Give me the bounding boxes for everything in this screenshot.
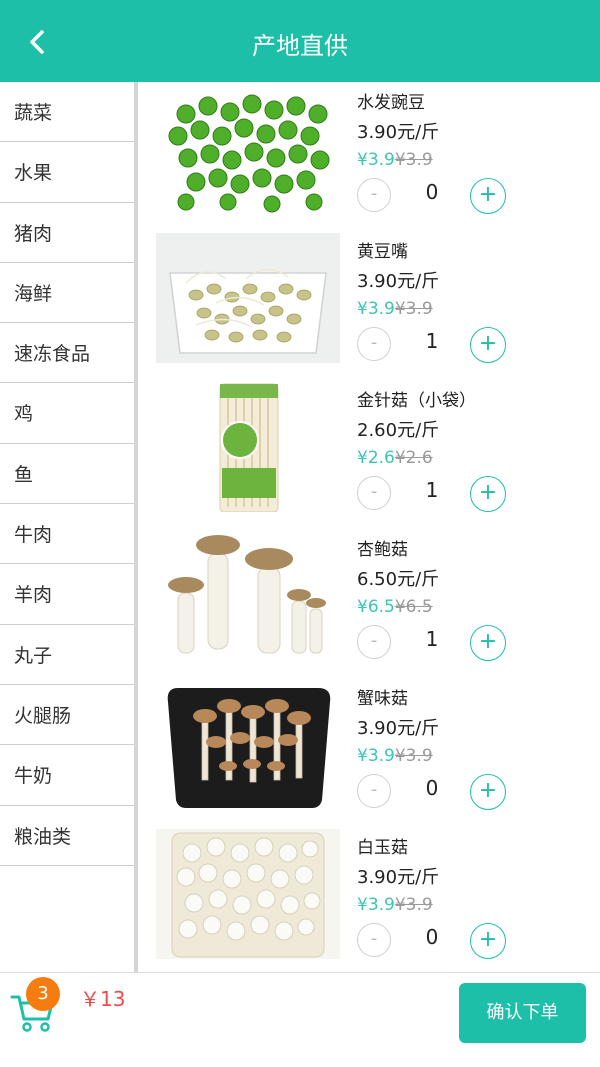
sidebar-item-beef[interactable]: 牛肉: [0, 504, 134, 565]
quantity-value: 1: [425, 478, 439, 502]
product-name: 白玉菇: [357, 838, 408, 858]
original-price: ¥3.9: [394, 150, 433, 170]
cart-count-badge: 3: [26, 977, 60, 1011]
quantity-value: 0: [425, 925, 439, 949]
quantity-value: 0: [425, 776, 439, 800]
sidebar-item-frozen-food[interactable]: 速冻食品: [0, 323, 134, 384]
sidebar-item-milk[interactable]: 牛奶: [0, 745, 134, 806]
product-price-line: ¥2.6¥2.6: [357, 448, 433, 468]
product-price-line: ¥3.9¥3.9: [357, 150, 433, 170]
sale-price: ¥3.9: [357, 895, 395, 915]
product-item: 蟹味菇 3.90元/斤 ¥3.9¥3.9 - 0 +: [142, 678, 600, 827]
decrease-quantity-button[interactable]: -: [357, 476, 391, 510]
sidebar-item-label: 速冻食品: [14, 343, 91, 366]
decrease-quantity-button[interactable]: -: [357, 327, 391, 361]
increase-quantity-button[interactable]: +: [470, 923, 506, 959]
sidebar-item-fruit[interactable]: 水果: [0, 142, 134, 203]
product-unit-price: 6.50元/斤: [357, 569, 440, 590]
sidebar-item-label: 水果: [14, 162, 53, 185]
product-image-white-beech-mushroom[interactable]: [156, 829, 340, 959]
sidebar-item-label: 火腿肠: [14, 704, 72, 727]
sidebar-item-pork[interactable]: 猪肉: [0, 203, 134, 263]
product-item: 金针菇（小袋） 2.60元/斤 ¥2.6¥2.6 - 1 +: [142, 380, 600, 529]
sidebar-item-label: 牛奶: [14, 765, 53, 788]
product-price-line: ¥3.9¥3.9: [357, 746, 433, 766]
product-name: 黄豆嘴: [357, 242, 408, 262]
increase-quantity-button[interactable]: +: [470, 327, 506, 363]
product-unit-price: 3.90元/斤: [357, 718, 440, 739]
sidebar-item-label: 牛肉: [14, 524, 53, 547]
product-list: 水发豌豆 3.90元/斤 ¥3.9¥3.9 - 0 + 黄豆嘴 3.90元/斤: [142, 82, 600, 972]
original-price: ¥3.9: [394, 299, 433, 319]
sidebar-item-fish[interactable]: 鱼: [0, 444, 134, 505]
product-name: 蟹味菇: [357, 689, 408, 709]
product-name: 金针菇（小袋）: [357, 391, 476, 411]
original-price: ¥6.5: [394, 597, 433, 617]
product-item: 水发豌豆 3.90元/斤 ¥3.9¥3.9 - 0 +: [142, 82, 600, 231]
sale-price: ¥3.9: [357, 746, 395, 766]
product-price-line: ¥3.9¥3.9: [357, 299, 433, 319]
decrease-quantity-button[interactable]: -: [357, 774, 391, 808]
decrease-quantity-button[interactable]: -: [357, 625, 391, 659]
product-unit-price: 3.90元/斤: [357, 271, 440, 292]
sale-price: ¥3.9: [357, 150, 395, 170]
increase-quantity-button[interactable]: +: [470, 476, 506, 512]
cart-total: ￥13: [80, 987, 126, 1011]
sidebar-item-grain-oil[interactable]: 粮油类: [0, 806, 134, 866]
increase-quantity-button[interactable]: +: [470, 774, 506, 810]
page-title: 产地直供: [252, 32, 348, 60]
sidebar-item-label: 丸子: [14, 644, 53, 667]
quantity-value: 1: [425, 329, 439, 353]
original-price: ¥3.9: [394, 895, 433, 915]
sidebar-item-meatballs[interactable]: 丸子: [0, 625, 134, 685]
sale-price: ¥6.5: [357, 597, 395, 617]
sidebar-item-label: 猪肉: [14, 222, 53, 245]
sidebar-item-chicken[interactable]: 鸡: [0, 383, 134, 444]
confirm-order-button[interactable]: 确认下单: [459, 983, 586, 1043]
decrease-quantity-button[interactable]: -: [357, 923, 391, 957]
decrease-quantity-button[interactable]: -: [357, 178, 391, 212]
product-image-enoki[interactable]: [156, 382, 340, 513]
product-image-soybean-sprouts[interactable]: [156, 233, 340, 363]
sale-price: ¥2.6: [357, 448, 395, 468]
quantity-value: 0: [425, 180, 439, 204]
original-price: ¥2.6: [394, 448, 433, 468]
sidebar-item-mutton[interactable]: 羊肉: [0, 564, 134, 625]
sidebar-item-ham-sausage[interactable]: 火腿肠: [0, 685, 134, 746]
product-unit-price: 2.60元/斤: [357, 420, 440, 441]
product-name: 水发豌豆: [357, 93, 425, 113]
increase-quantity-button[interactable]: +: [470, 625, 506, 661]
sidebar-item-seafood[interactable]: 海鲜: [0, 263, 134, 324]
top-bar: 产地直供: [0, 0, 600, 82]
product-image-king-oyster-mushroom[interactable]: [156, 531, 340, 661]
product-image-shimeji-mushroom[interactable]: [156, 680, 340, 810]
product-item: 杏鲍菇 6.50元/斤 ¥6.5¥6.5 - 1 +: [142, 529, 600, 678]
sidebar-item-label: 蔬菜: [14, 102, 53, 124]
product-item: 黄豆嘴 3.90元/斤 ¥3.9¥3.9 - 1 +: [142, 231, 600, 380]
sidebar-item-label: 鸡: [14, 403, 34, 426]
product-unit-price: 3.90元/斤: [357, 867, 440, 888]
product-unit-price: 3.90元/斤: [357, 122, 440, 143]
sidebar-item-label: 鱼: [14, 463, 34, 486]
original-price: ¥3.9: [394, 746, 433, 766]
product-name: 杏鲍菇: [357, 540, 408, 560]
quantity-value: 1: [425, 627, 439, 651]
checkout-bar: 3 ￥13 确认下单: [0, 972, 600, 1067]
sidebar-item-label: 粮油类: [14, 825, 72, 848]
product-image-peas[interactable]: [156, 84, 340, 214]
category-sidebar: 蔬菜 水果 猪肉 海鲜 速冻食品 鸡 鱼 牛肉 羊肉 丸子 火腿肠 牛奶 粮油类: [0, 82, 138, 972]
product-item: 白玉菇 3.90元/斤 ¥3.9¥3.9 - 0 +: [142, 827, 600, 972]
product-price-line: ¥6.5¥6.5: [357, 597, 433, 617]
increase-quantity-button[interactable]: +: [470, 178, 506, 214]
sidebar-item-label: 海鲜: [14, 282, 53, 305]
sidebar-item-vegetables[interactable]: 蔬菜: [0, 82, 134, 143]
sidebar-item-label: 羊肉: [14, 584, 53, 607]
sale-price: ¥3.9: [357, 299, 395, 319]
product-price-line: ¥3.9¥3.9: [357, 895, 433, 915]
